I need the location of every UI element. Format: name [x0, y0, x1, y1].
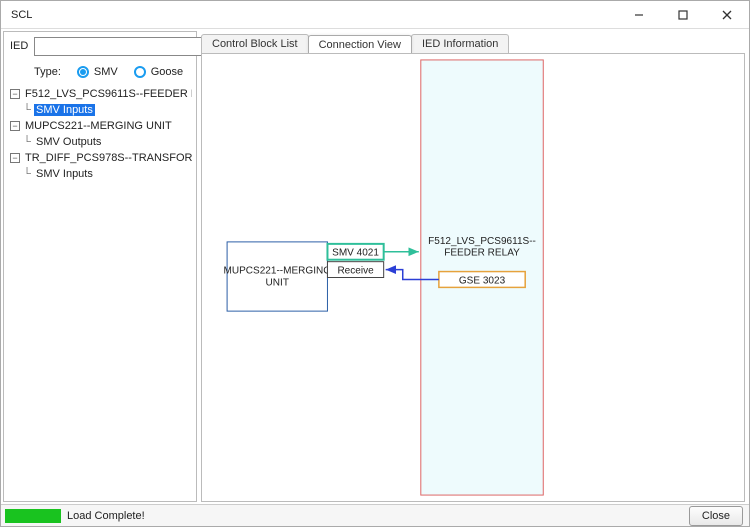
tree-leaf-label: SMV Outputs	[34, 136, 103, 148]
tab-control-block-list[interactable]: Control Block List	[201, 34, 309, 53]
type-label: Type:	[34, 66, 61, 78]
ied-label: IED	[8, 40, 28, 52]
progress-bar	[5, 509, 61, 523]
tree-node-label: F512_LVS_PCS9611S--FEEDER RELAY	[23, 88, 192, 100]
tree-leaf[interactable]: └SMV Inputs	[22, 166, 192, 182]
maximize-icon	[678, 10, 688, 20]
minimize-icon	[634, 10, 644, 20]
radio-goose-label: Goose	[151, 66, 183, 78]
right-ied-title-2: FEEDER RELAY	[444, 248, 520, 259]
titlebar: SCL	[1, 1, 749, 29]
connection-diagram: F512_LVS_PCS9611S-- FEEDER RELAY MUPCS22…	[202, 54, 744, 501]
radio-goose[interactable]: Goose	[134, 66, 183, 78]
minimize-button[interactable]	[617, 1, 661, 29]
tree-leaf[interactable]: └SMV Outputs	[22, 134, 192, 150]
left-ied-title-2: UNIT	[266, 277, 289, 288]
close-window-button[interactable]	[705, 1, 749, 29]
ied-input[interactable]	[34, 37, 221, 56]
tree-node[interactable]: −F512_LVS_PCS9611S--FEEDER RELAY └SMV In…	[10, 86, 192, 118]
radio-goose-input[interactable]	[134, 66, 146, 78]
sidebar: IED Find Type: SMV Goose −F512_LVS_PCS96…	[3, 31, 197, 502]
tree-leaf[interactable]: └SMV Inputs	[22, 102, 192, 118]
port-smv-label: SMV 4021	[332, 248, 379, 259]
status-bar: Load Complete! Close	[1, 504, 749, 526]
expander-icon[interactable]: −	[10, 89, 20, 99]
diagram-canvas[interactable]: F512_LVS_PCS9611S-- FEEDER RELAY MUPCS22…	[201, 53, 745, 502]
maximize-button[interactable]	[661, 1, 705, 29]
tree-leaf-label: SMV Inputs	[34, 168, 95, 180]
radio-smv-label: SMV	[94, 66, 118, 78]
tree-node[interactable]: −MUPCS221--MERGING UNIT └SMV Outputs	[10, 118, 192, 150]
radio-smv-input[interactable]	[77, 66, 89, 78]
close-icon	[722, 10, 732, 20]
tab-bar: Control Block List Connection View IED I…	[197, 31, 745, 53]
expander-icon[interactable]: −	[10, 153, 20, 163]
port-receive-label: Receive	[337, 266, 374, 277]
tab-connection-view[interactable]: Connection View	[308, 35, 412, 54]
port-gse-label: GSE 3023	[459, 275, 506, 286]
expander-icon[interactable]: −	[10, 121, 20, 131]
right-ied-title-1: F512_LVS_PCS9611S--	[428, 236, 536, 247]
tree-node-label: TR_DIFF_PCS978S--TRANSFORMER RELAY	[23, 152, 192, 164]
status-message: Load Complete!	[67, 510, 145, 522]
left-ied-title-1: MUPCS221--MERGING	[224, 266, 332, 277]
ied-tree[interactable]: −F512_LVS_PCS9611S--FEEDER RELAY └SMV In…	[8, 86, 192, 497]
window-title: SCL	[11, 9, 32, 21]
tree-node[interactable]: −TR_DIFF_PCS978S--TRANSFORMER RELAY └SMV…	[10, 150, 192, 182]
close-button[interactable]: Close	[689, 506, 743, 526]
tab-ied-information[interactable]: IED Information	[411, 34, 509, 53]
tree-node-label: MUPCS221--MERGING UNIT	[23, 120, 174, 132]
radio-smv[interactable]: SMV	[77, 66, 118, 78]
tree-leaf-label: SMV Inputs	[34, 104, 95, 116]
